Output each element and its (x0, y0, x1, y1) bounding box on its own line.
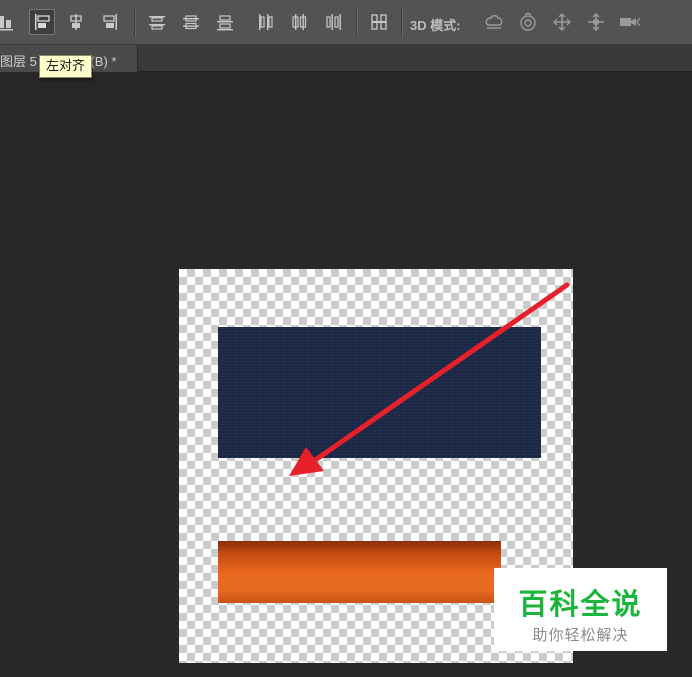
scale-3d-icon (620, 17, 641, 27)
watermark-title: 百科全说 (518, 587, 643, 621)
distribute-left-edges-icon (259, 14, 273, 30)
align-bottom-edges-icon (0, 16, 13, 31)
distribute-left-edges-button[interactable] (252, 9, 278, 35)
document-tab-layer-name: 图层 5 (0, 54, 37, 69)
rotate-3d-button[interactable] (481, 9, 507, 35)
distribute-top-edges-button[interactable] (144, 9, 170, 35)
distribute-horizontal-centers-button[interactable] (286, 9, 312, 35)
orange-gradient-bar-layer[interactable] (218, 541, 501, 603)
toolbar-separator (401, 8, 402, 37)
distribute-vertical-centers-icon (183, 15, 199, 30)
options-toolbar: 3D 模式: (0, 0, 692, 45)
roll-3d-icon (520, 12, 536, 31)
watermark-subtitle: 助你轻松解决 (532, 626, 629, 644)
align-horizontal-centers-icon (70, 14, 82, 30)
document-tab-bar: 图层 5 (B) * (0, 45, 692, 72)
scale-3d-button[interactable] (617, 9, 643, 35)
navy-rectangle-layer[interactable] (218, 327, 541, 458)
distribute-right-edges-button[interactable] (320, 9, 346, 35)
align-left-tooltip: 左对齐 (39, 55, 93, 78)
watermark-badge: 百科全说 助你轻松解决 (494, 568, 667, 651)
toolbar-separator (134, 8, 135, 37)
document-tab-suffix: (B) * (90, 54, 117, 69)
3d-mode-label: 3D 模式: (410, 18, 461, 33)
slide-3d-button[interactable] (583, 9, 609, 35)
toolbar-separator (356, 8, 357, 37)
align-right-edges-button[interactable] (97, 9, 123, 35)
distribute-vertical-centers-button[interactable] (178, 9, 204, 35)
distribute-top-edges-icon (149, 16, 165, 30)
slide-3d-icon (588, 13, 604, 31)
distribute-bottom-edges-icon (217, 15, 233, 31)
rotate-3d-icon (485, 15, 503, 29)
align-bottom-edges-button[interactable] (0, 9, 18, 35)
roll-3d-button[interactable] (515, 9, 541, 35)
auto-align-layers-button[interactable] (366, 9, 392, 35)
align-right-edges-icon (103, 14, 117, 30)
distribute-horizontal-centers-icon (292, 14, 307, 30)
pan-3d-button[interactable] (549, 9, 575, 35)
align-left-edges-button[interactable] (29, 9, 55, 35)
distribute-bottom-edges-button[interactable] (212, 9, 238, 35)
align-horizontal-centers-button[interactable] (63, 9, 89, 35)
distribute-right-edges-icon (326, 14, 341, 30)
pan-3d-icon (553, 13, 571, 31)
auto-align-layers-icon (371, 14, 387, 30)
align-left-edges-icon (35, 14, 50, 30)
